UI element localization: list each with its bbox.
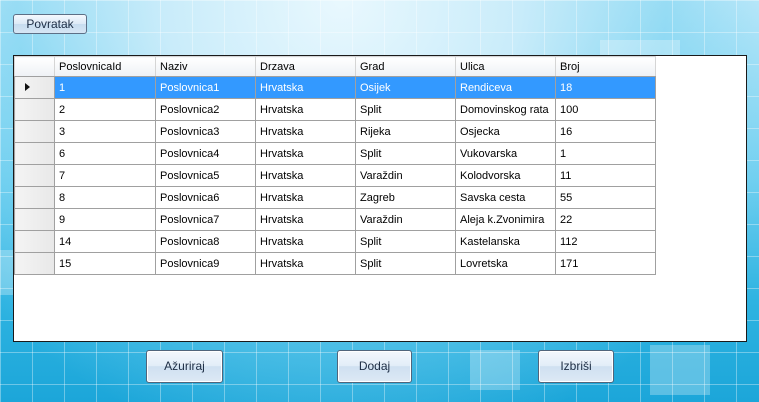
table-cell[interactable]: Rendiceva (455, 76, 556, 99)
table-cell[interactable]: Split (355, 98, 456, 121)
table-cell[interactable]: Osjecka (455, 120, 556, 143)
column-header-poslovnicaid[interactable]: PoslovnicaId (54, 56, 156, 77)
table-cell[interactable]: Vukovarska (455, 142, 556, 165)
row-header[interactable] (14, 208, 55, 231)
table-cell[interactable]: Lovretska (455, 252, 556, 275)
table-cell[interactable]: 16 (555, 120, 656, 143)
table-row[interactable]: 7 Poslovnica5 Hrvatska Varaždin Kolodvor… (14, 164, 656, 187)
table-cell[interactable]: 1 (555, 142, 656, 165)
table-cell[interactable]: Domovinskog rata (455, 98, 556, 121)
table-cell[interactable]: Kolodvorska (455, 164, 556, 187)
update-button[interactable]: Ažuriraj (146, 350, 223, 383)
table-row[interactable]: 6 Poslovnica4 Hrvatska Split Vukovarska … (14, 142, 656, 165)
background-square (470, 350, 520, 390)
table-cell[interactable]: Split (355, 252, 456, 275)
table-cell[interactable]: 171 (555, 252, 656, 275)
table-cell[interactable]: 8 (54, 186, 156, 209)
table-cell[interactable]: Poslovnica6 (155, 186, 256, 209)
table-row[interactable]: 8 Poslovnica6 Hrvatska Zagreb Savska ces… (14, 186, 656, 209)
table-cell[interactable]: 100 (555, 98, 656, 121)
table-cell[interactable]: Zagreb (355, 186, 456, 209)
table-cell[interactable]: Hrvatska (255, 230, 356, 253)
table-cell[interactable]: Hrvatska (255, 164, 356, 187)
table-cell[interactable]: Varaždin (355, 164, 456, 187)
column-header-ulica[interactable]: Ulica (455, 56, 556, 77)
table-cell[interactable]: Hrvatska (255, 120, 356, 143)
table-cell[interactable]: Poslovnica1 (155, 76, 256, 99)
data-table: PoslovnicaId Naziv Drzava Grad Ulica Bro… (14, 56, 656, 275)
table-cell[interactable]: Split (355, 142, 456, 165)
delete-button[interactable]: Izbriši (538, 350, 614, 383)
table-cell[interactable]: Poslovnica7 (155, 208, 256, 231)
table-cell[interactable]: Aleja k.Zvonimira (455, 208, 556, 231)
table-cell[interactable]: 18 (555, 76, 656, 99)
table-cell[interactable]: Poslovnica3 (155, 120, 256, 143)
table-cell[interactable]: 9 (54, 208, 156, 231)
row-header[interactable] (14, 164, 55, 187)
table-cell[interactable]: 11 (555, 164, 656, 187)
row-header[interactable] (14, 98, 55, 121)
table-cell[interactable]: 6 (54, 142, 156, 165)
table-cell[interactable]: 1 (54, 76, 156, 99)
table-cell[interactable]: Poslovnica5 (155, 164, 256, 187)
column-header-broj[interactable]: Broj (555, 56, 656, 77)
table-cell[interactable]: Poslovnica9 (155, 252, 256, 275)
row-header[interactable] (14, 230, 55, 253)
row-header[interactable] (14, 252, 55, 275)
table-cell[interactable]: 112 (555, 230, 656, 253)
column-header-drzava[interactable]: Drzava (255, 56, 356, 77)
corner-header[interactable] (14, 56, 55, 77)
table-cell[interactable]: Hrvatska (255, 252, 356, 275)
table-cell[interactable]: 14 (54, 230, 156, 253)
table-cell[interactable]: Split (355, 230, 456, 253)
table-cell[interactable]: Poslovnica4 (155, 142, 256, 165)
table-cell[interactable]: Kastelanska (455, 230, 556, 253)
table-row[interactable]: 1 Poslovnica1 Hrvatska Osijek Rendiceva … (14, 76, 656, 99)
row-header[interactable] (14, 186, 55, 209)
table-cell[interactable]: Poslovnica2 (155, 98, 256, 121)
background-square (650, 345, 710, 395)
table-cell[interactable]: Hrvatska (255, 208, 356, 231)
table-cell[interactable]: Savska cesta (455, 186, 556, 209)
table-cell[interactable]: Hrvatska (255, 186, 356, 209)
table-cell[interactable]: Osijek (355, 76, 456, 99)
table-cell[interactable]: 7 (54, 164, 156, 187)
table-row[interactable]: 2 Poslovnica2 Hrvatska Split Domovinskog… (14, 98, 656, 121)
header-row: PoslovnicaId Naziv Drzava Grad Ulica Bro… (14, 56, 656, 77)
column-header-grad[interactable]: Grad (355, 56, 456, 77)
column-header-naziv[interactable]: Naziv (155, 56, 256, 77)
row-header[interactable] (14, 120, 55, 143)
table-cell[interactable]: 55 (555, 186, 656, 209)
current-row-arrow-icon (25, 82, 30, 91)
data-grid[interactable]: PoslovnicaId Naziv Drzava Grad Ulica Bro… (13, 55, 747, 342)
table-cell[interactable]: Rijeka (355, 120, 456, 143)
table-cell[interactable]: 15 (54, 252, 156, 275)
table-cell[interactable]: Hrvatska (255, 142, 356, 165)
table-cell[interactable]: 3 (54, 120, 156, 143)
table-cell[interactable]: 2 (54, 98, 156, 121)
table-cell[interactable]: 22 (555, 208, 656, 231)
table-row[interactable]: 3 Poslovnica3 Hrvatska Rijeka Osjecka 16 (14, 120, 656, 143)
table-cell[interactable]: Poslovnica8 (155, 230, 256, 253)
row-header[interactable] (14, 142, 55, 165)
back-button[interactable]: Povratak (13, 14, 87, 34)
table-cell[interactable]: Hrvatska (255, 76, 356, 99)
table-cell[interactable]: Varaždin (355, 208, 456, 231)
table-row[interactable]: 9 Poslovnica7 Hrvatska Varaždin Aleja k.… (14, 208, 656, 231)
table-row[interactable]: 15 Poslovnica9 Hrvatska Split Lovretska … (14, 252, 656, 275)
row-header[interactable] (14, 76, 55, 99)
add-button[interactable]: Dodaj (337, 350, 412, 383)
table-cell[interactable]: Hrvatska (255, 98, 356, 121)
table-row[interactable]: 14 Poslovnica8 Hrvatska Split Kastelansk… (14, 230, 656, 253)
